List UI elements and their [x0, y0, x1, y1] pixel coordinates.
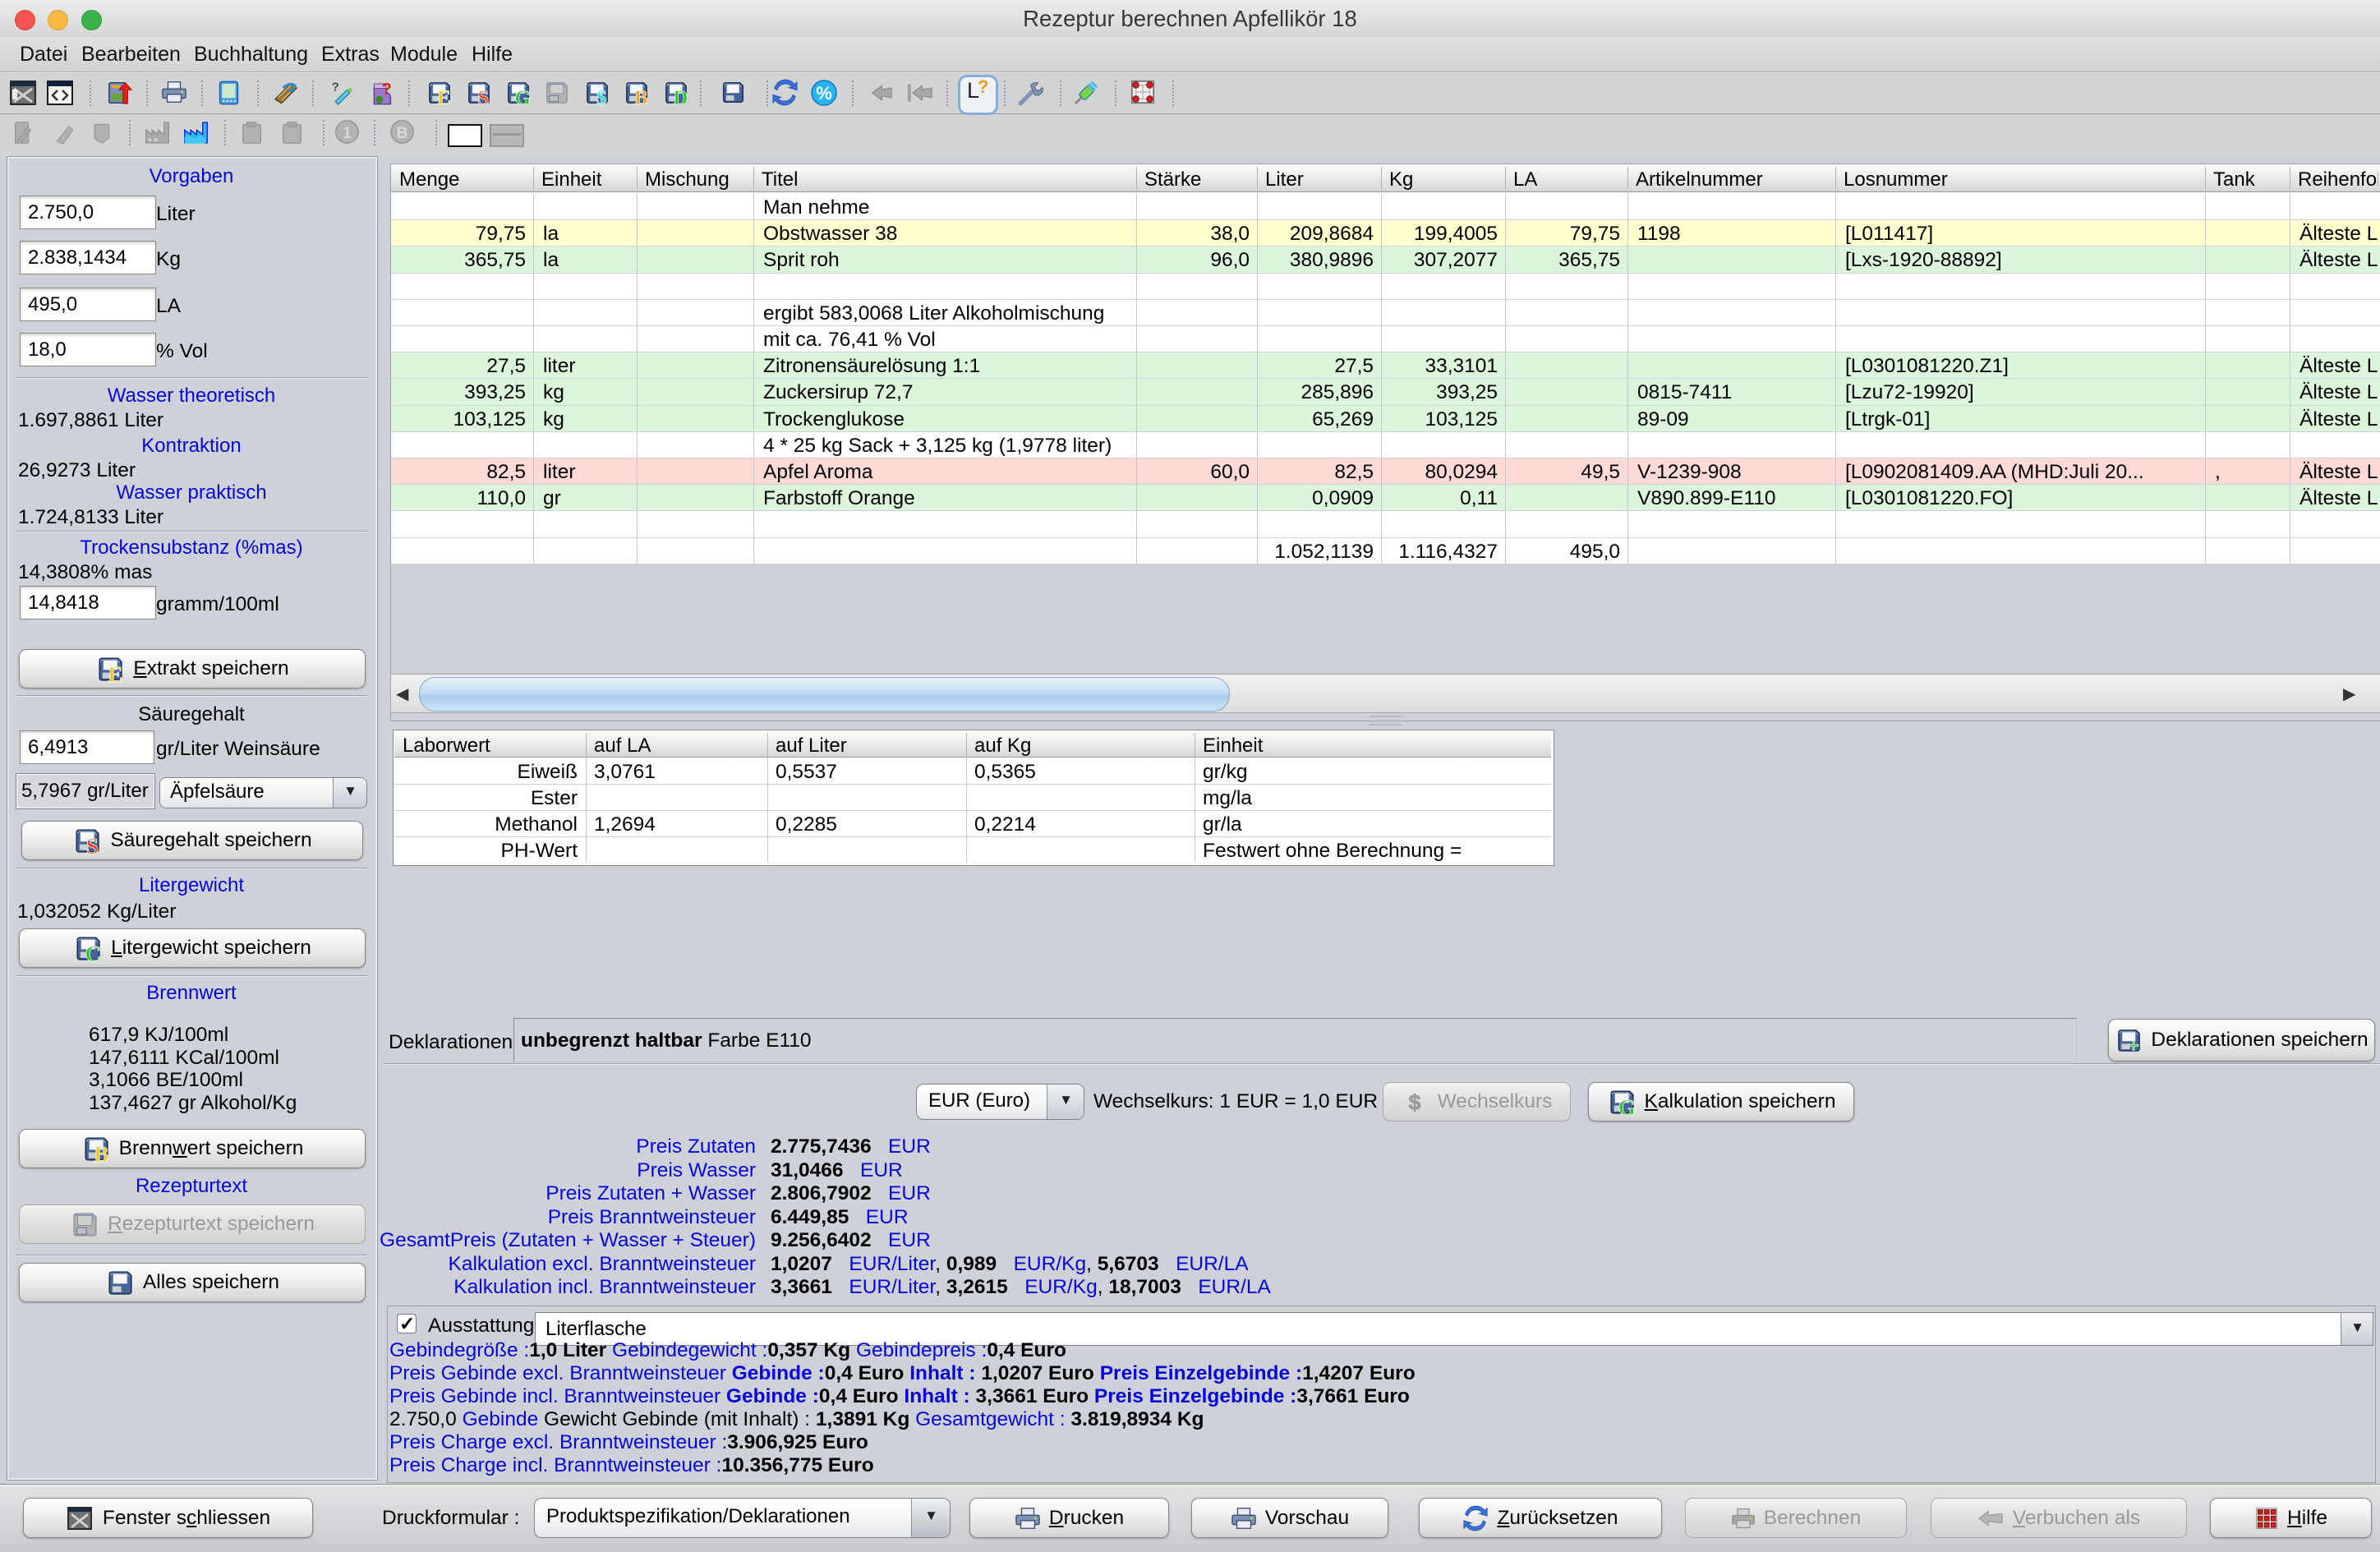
svg-text:C: C: [85, 941, 102, 963]
svg-text:D: D: [673, 87, 688, 106]
svg-text:B: B: [634, 87, 648, 106]
svg-text:1: 1: [343, 125, 352, 142]
svg-text:$: $: [596, 87, 607, 106]
svg-text:S: S: [86, 833, 99, 855]
svg-text:$: $: [1408, 1089, 1420, 1114]
svg-text:?: ?: [382, 81, 392, 99]
svg-text:G: G: [1618, 1094, 1635, 1117]
svg-text:S: S: [477, 87, 489, 106]
svg-text:B: B: [94, 1141, 108, 1163]
svg-text:E: E: [437, 87, 451, 106]
svg-text:%: %: [816, 83, 832, 104]
svg-text:B: B: [397, 125, 408, 142]
svg-text:?: ?: [332, 80, 339, 94]
svg-text:E: E: [108, 661, 123, 684]
svg-text:G: G: [515, 87, 532, 106]
svg-text:+: +: [2128, 1034, 2140, 1054]
